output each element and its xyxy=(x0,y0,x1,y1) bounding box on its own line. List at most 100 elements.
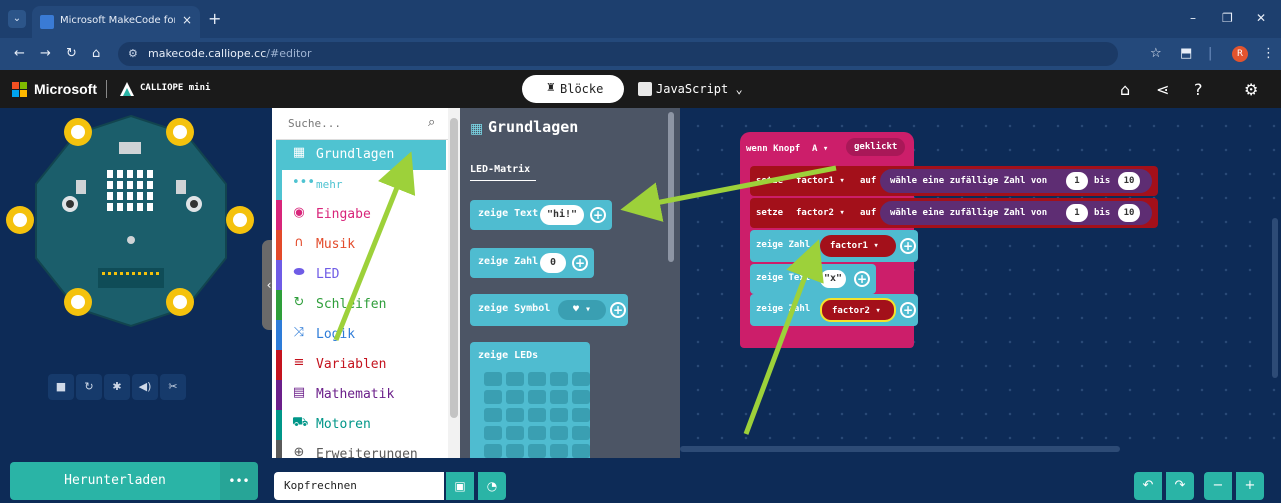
tab-close-icon[interactable]: × xyxy=(182,13,192,27)
category-variablen[interactable]: ≡ Variablen xyxy=(276,350,446,380)
more-options-button[interactable]: ••• xyxy=(220,462,258,500)
back-icon[interactable]: ← xyxy=(14,46,25,61)
window-close-icon[interactable]: ✕ xyxy=(1256,11,1266,25)
save-icon[interactable]: ▣ xyxy=(446,472,474,500)
maximize-icon[interactable]: ❐ xyxy=(1222,11,1233,25)
redo-icon[interactable]: ↷ xyxy=(1166,472,1194,500)
add-arg-icon[interactable]: + xyxy=(572,255,588,271)
sound-icon[interactable]: ◀) xyxy=(132,374,158,400)
tab-search-icon[interactable]: ⌄ xyxy=(8,10,26,28)
add-arg-icon[interactable]: + xyxy=(854,271,870,287)
toolbox-scroll-thumb[interactable] xyxy=(450,118,458,418)
show-leds-block[interactable]: zeige LEDs xyxy=(470,342,590,458)
category-eingabe[interactable]: ◉ Eingabe xyxy=(276,200,446,230)
led-grid[interactable] xyxy=(484,372,594,462)
debug-icon[interactable]: ✱ xyxy=(104,374,130,400)
screenshot-icon[interactable]: ✂ xyxy=(160,374,186,400)
search-icon[interactable]: ⌕ xyxy=(428,115,435,130)
category-mathematik[interactable]: ▤ Mathematik xyxy=(276,380,446,410)
restart-icon[interactable]: ↻ xyxy=(76,374,102,400)
browser-tab[interactable]: Microsoft MakeCode for Calliop × xyxy=(32,6,200,38)
flyout-scrollbar[interactable] xyxy=(668,112,674,262)
set1-variable-dropdown[interactable]: factor1 ▾ xyxy=(796,176,845,186)
zoom-in-icon[interactable]: + xyxy=(1236,472,1264,500)
home-icon[interactable]: ⌂ xyxy=(1120,80,1130,99)
random-number-block[interactable]: wähle eine zufällige Zahl von 1 bis 10 xyxy=(880,169,1152,193)
add-arg-icon[interactable]: + xyxy=(900,238,916,254)
set-factor1-block[interactable]: setze factor1 ▾ auf wähle eine zufällige… xyxy=(750,166,1158,196)
project-name-value: Kopfrechnen xyxy=(284,479,357,492)
category-mehr[interactable]: ••• mehr xyxy=(276,170,446,200)
random2-label: wähle eine zufällige Zahl von xyxy=(890,208,1048,218)
show-text-x-value[interactable]: "x" xyxy=(820,270,846,288)
button-dropdown[interactable]: A ▾ xyxy=(812,144,828,154)
show-number-factor2-block[interactable]: zeige Zahl factor2 ▾ + xyxy=(750,294,918,326)
category-label: Logik xyxy=(316,327,356,342)
show-text-x-block[interactable]: zeige Text "x" + xyxy=(750,264,876,294)
category-musik[interactable]: ∩ Musik xyxy=(276,230,446,260)
add-arg-icon[interactable]: + xyxy=(610,302,626,318)
section-underline xyxy=(470,180,536,181)
random-label: wähle eine zufällige Zahl von xyxy=(890,176,1048,186)
calliope-board[interactable] xyxy=(0,108,262,358)
add-arg-icon[interactable]: + xyxy=(590,207,606,223)
category-led[interactable]: ⬬ LED xyxy=(276,260,446,290)
heart-icon[interactable]: ♥ ▾ xyxy=(558,300,606,320)
browser-menu-icon[interactable]: ⋮ xyxy=(1262,46,1275,61)
blocks-flyout: ▦ Grundlagen LED-Matrix zeige Text "hi!"… xyxy=(460,108,680,458)
home-icon[interactable]: ⌂ xyxy=(92,46,100,61)
stop-icon[interactable]: ■ xyxy=(48,374,74,400)
forward-icon[interactable]: → xyxy=(40,46,51,61)
show-number-factor1-block[interactable]: zeige Zahl factor1 ▾ + xyxy=(750,230,918,262)
set-factor2-block[interactable]: setze factor2 ▾ auf wähle eine zufällige… xyxy=(750,198,1158,228)
show-text-value[interactable]: "hi!" xyxy=(540,205,584,225)
extensions-icon[interactable]: ⬒ xyxy=(1180,46,1192,61)
tab-javascript[interactable]: JavaScript ⌄ xyxy=(638,75,758,103)
download-button[interactable]: Herunterladen xyxy=(10,462,220,500)
category-logik[interactable]: ⤨ Logik xyxy=(276,320,446,350)
add-arg-icon[interactable]: + xyxy=(900,302,916,318)
search-placeholder: Suche... xyxy=(288,117,341,130)
undo-icon[interactable]: ↶ xyxy=(1134,472,1162,500)
event-action-dropdown[interactable]: geklickt xyxy=(846,138,906,156)
minimize-icon[interactable]: – xyxy=(1190,11,1196,25)
url-field[interactable]: ⚙ makecode.calliope.cc/#editor xyxy=(118,42,1118,66)
random-from-input[interactable]: 1 xyxy=(1066,172,1088,190)
category-motoren[interactable]: ⛟ Motoren xyxy=(276,410,446,440)
category-color-bar xyxy=(276,170,282,200)
show-number-block[interactable]: zeige Zahl 0 + xyxy=(470,248,594,278)
category-schleifen[interactable]: ↻ Schleifen xyxy=(276,290,446,320)
random2-from-input[interactable]: 1 xyxy=(1066,204,1088,222)
tab-blocks-label: Blöcke xyxy=(560,82,604,96)
show-number-value[interactable]: 0 xyxy=(540,253,566,273)
random2-to-input[interactable]: 10 xyxy=(1118,204,1140,222)
help-icon[interactable]: ? xyxy=(1194,80,1203,99)
new-tab-icon[interactable]: + xyxy=(208,9,221,28)
site-settings-icon[interactable]: ⚙ xyxy=(128,47,138,60)
flyout-title: Grundlagen xyxy=(488,118,579,136)
toolbox-scrollbar[interactable] xyxy=(448,108,460,458)
reload-icon[interactable]: ↻ xyxy=(66,46,77,61)
grid-icon: ▦ xyxy=(470,121,484,137)
search-input[interactable]: Suche... ⌕ xyxy=(276,108,456,140)
factor2-variable[interactable]: factor2 ▾ xyxy=(820,298,896,322)
blocks-workspace[interactable]: wenn Knopf A ▾ geklickt setze factor1 ▾ … xyxy=(680,108,1281,458)
workspace-vscrollbar[interactable] xyxy=(1272,218,1278,378)
show-text-block[interactable]: zeige Text "hi!" + xyxy=(470,200,612,230)
github-icon[interactable]: ◔ xyxy=(478,472,506,500)
zoom-out-icon[interactable]: − xyxy=(1204,472,1232,500)
settings-gear-icon[interactable]: ⚙ xyxy=(1244,80,1258,99)
random-number-block[interactable]: wähle eine zufällige Zahl von 1 bis 10 xyxy=(880,201,1152,225)
project-name-field[interactable]: Kopfrechnen xyxy=(274,472,444,500)
bookmark-star-icon[interactable]: ☆ xyxy=(1150,46,1162,61)
show-icon-block[interactable]: zeige Symbol ♥ ▾ + xyxy=(470,294,628,326)
share-icon[interactable]: ⋖ xyxy=(1156,80,1169,99)
set2-variable-dropdown[interactable]: factor2 ▾ xyxy=(796,208,845,218)
simulator-panel: ■ ↻ ✱ ◀) ✂ xyxy=(0,108,262,458)
factor1-variable[interactable]: factor1 ▾ xyxy=(820,235,896,257)
category-grundlagen[interactable]: ▦ Grundlagen xyxy=(276,140,446,170)
workspace-hscrollbar[interactable] xyxy=(680,446,1120,452)
profile-avatar[interactable]: R xyxy=(1232,46,1248,62)
random-to-input[interactable]: 10 xyxy=(1118,172,1140,190)
tab-blocks[interactable]: ♜ Blöcke xyxy=(522,75,624,103)
